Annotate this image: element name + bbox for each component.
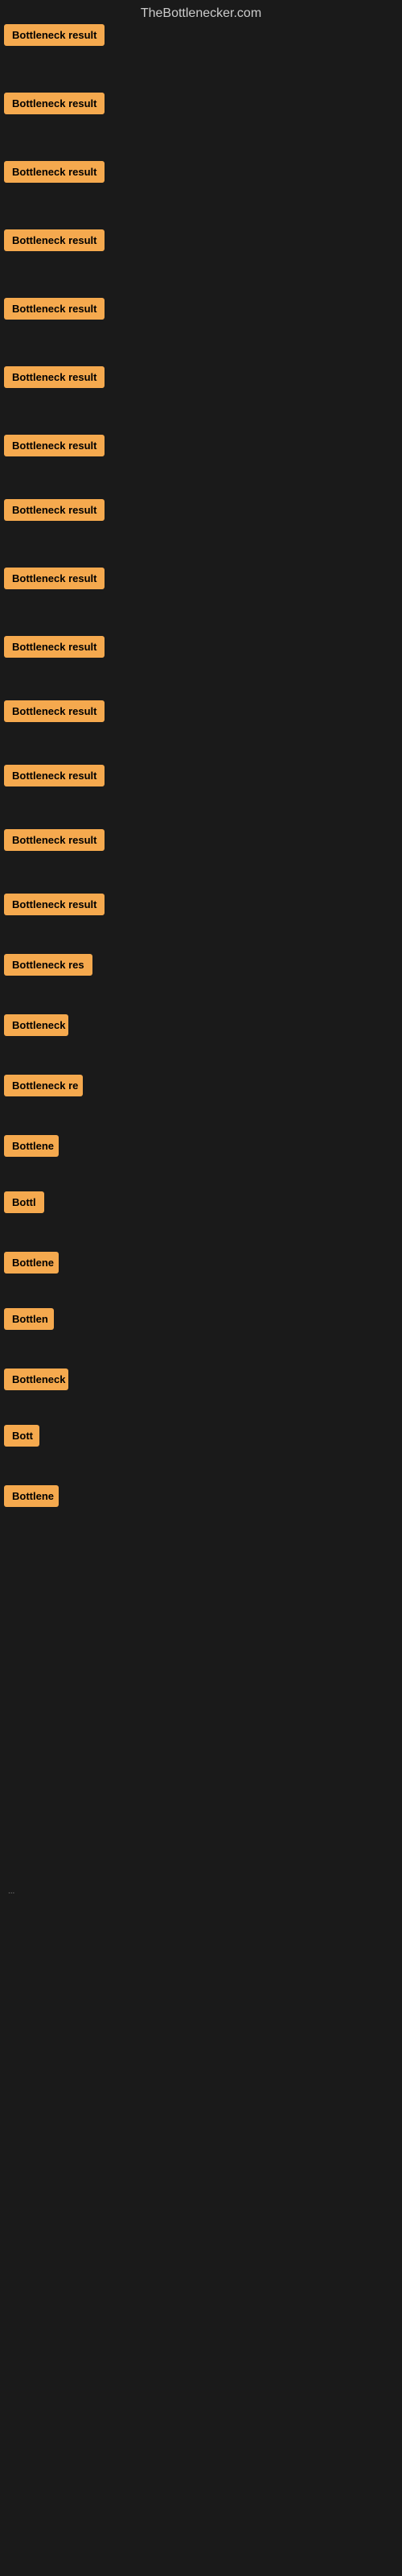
- card-row-2: Bottleneck result: [4, 93, 105, 118]
- bottleneck-result-badge[interactable]: Bottleneck result: [4, 568, 105, 589]
- page-container: TheBottlenecker.com Bottleneck result Bot…: [0, 0, 402, 2576]
- bottleneck-result-badge[interactable]: Bottlene: [4, 1252, 59, 1274]
- card-row-9: Bottleneck result: [4, 568, 105, 593]
- bottleneck-result-badge[interactable]: Bottleneck: [4, 1014, 68, 1036]
- card-row-17: Bottleneck re: [4, 1075, 83, 1100]
- card-row-5: Bottleneck result: [4, 298, 105, 324]
- bottleneck-result-badge[interactable]: Bott: [4, 1425, 39, 1447]
- bottleneck-result-badge[interactable]: Bottleneck result: [4, 229, 105, 251]
- bottleneck-result-badge[interactable]: Bottleneck result: [4, 894, 105, 915]
- card-row-15: Bottleneck res: [4, 954, 92, 980]
- card-row-8: Bottleneck result: [4, 499, 105, 525]
- card-row-18: Bottlene: [4, 1135, 59, 1161]
- card-row-16: Bottleneck: [4, 1014, 68, 1040]
- card-row-19: Bottl: [4, 1191, 44, 1217]
- bottleneck-result-badge[interactable]: Bottleneck result: [4, 636, 105, 658]
- bottleneck-result-badge[interactable]: Bottleneck result: [4, 435, 105, 456]
- bottleneck-result-badge[interactable]: Bottleneck result: [4, 700, 105, 722]
- card-row-1: Bottleneck result: [4, 24, 105, 50]
- bottleneck-result-badge[interactable]: Bottleneck re: [4, 1075, 83, 1096]
- card-row-4: Bottleneck result: [4, 229, 105, 255]
- bottleneck-result-badge[interactable]: Bottleneck res: [4, 954, 92, 976]
- card-row-11: Bottleneck result: [4, 700, 105, 726]
- card-row-21: Bottlen: [4, 1308, 54, 1334]
- bottleneck-result-badge[interactable]: Bottleneck result: [4, 93, 105, 114]
- card-row-13: Bottleneck result: [4, 829, 105, 855]
- card-row-10: Bottleneck result: [4, 636, 105, 662]
- ellipsis-indicator: ...: [4, 1884, 18, 1899]
- site-title: TheBottlenecker.com: [0, 0, 402, 24]
- card-row-12: Bottleneck result: [4, 765, 105, 791]
- bottleneck-result-badge[interactable]: Bottleneck result: [4, 24, 105, 46]
- bottleneck-result-badge[interactable]: Bottlen: [4, 1308, 54, 1330]
- bottleneck-result-badge[interactable]: Bottlene: [4, 1135, 59, 1157]
- card-row-7: Bottleneck result: [4, 435, 105, 460]
- card-row-20: Bottlene: [4, 1252, 59, 1278]
- bottleneck-result-badge[interactable]: Bottl: [4, 1191, 44, 1213]
- card-row-23: Bott: [4, 1425, 39, 1451]
- card-row-24: Bottlene: [4, 1485, 59, 1511]
- card-row-14: Bottleneck result: [4, 894, 105, 919]
- bottleneck-result-badge[interactable]: Bottleneck result: [4, 499, 105, 521]
- bottleneck-result-badge[interactable]: Bottleneck result: [4, 298, 105, 320]
- card-row-22: Bottleneck: [4, 1368, 68, 1394]
- bottleneck-result-badge[interactable]: Bottleneck: [4, 1368, 68, 1390]
- card-row-6: Bottleneck result: [4, 366, 105, 392]
- bottleneck-result-badge[interactable]: Bottleneck result: [4, 829, 105, 851]
- bottleneck-result-badge[interactable]: Bottleneck result: [4, 366, 105, 388]
- bottleneck-result-badge[interactable]: Bottlene: [4, 1485, 59, 1507]
- bottleneck-result-badge[interactable]: Bottleneck result: [4, 765, 105, 786]
- card-row-3: Bottleneck result: [4, 161, 105, 187]
- bottleneck-result-badge[interactable]: Bottleneck result: [4, 161, 105, 183]
